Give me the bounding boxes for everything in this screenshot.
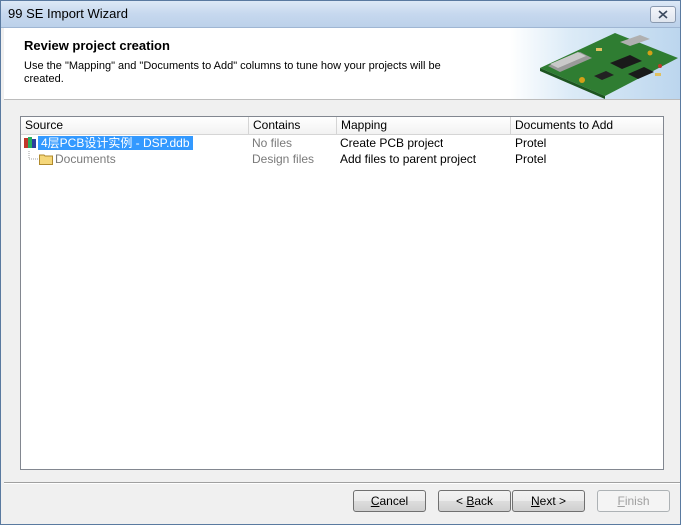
column-documents-to-add[interactable]: Documents to Add [511,117,663,134]
header-title: Review project creation [24,38,170,53]
column-source[interactable]: Source [21,117,249,134]
folder-icon [39,154,53,165]
wizard-header: Review project creation Use the "Mapping… [4,28,680,100]
close-button[interactable] [650,6,676,23]
column-mapping[interactable]: Mapping [337,117,511,134]
back-button[interactable]: < Back [438,490,511,512]
next-button[interactable]: Next > [512,490,585,512]
column-contains[interactable]: Contains [249,117,337,134]
ddb-database-icon [24,137,36,148]
row-source: 4层PCB设计实例 - DSP.ddb [38,135,193,151]
pcb-board-image [510,28,680,99]
close-icon [658,10,668,19]
row-mapping[interactable]: Create PCB project [340,135,443,151]
row-contains: No files [252,136,293,150]
row-documents[interactable]: Protel [515,135,546,151]
row-source: Documents [55,152,116,166]
title-bar[interactable]: 99 SE Import Wizard [1,1,680,28]
table-row[interactable]: Documents Design files Add files to pare… [21,151,663,167]
footer-divider [4,482,680,484]
row-mapping[interactable]: Add files to parent project [340,151,476,167]
wizard-window: 99 SE Import Wizard Review project creat… [0,0,681,525]
column-header: Source Contains Mapping Documents to Add [21,117,663,135]
project-list[interactable]: Source Contains Mapping Documents to Add… [20,116,664,470]
window-title: 99 SE Import Wizard [8,6,128,21]
wizard-content: Source Contains Mapping Documents to Add… [4,100,680,482]
row-contains: Design files [252,152,315,166]
header-description: Use the "Mapping" and "Documents to Add"… [24,60,441,85]
finish-button[interactable]: Finish [597,490,670,512]
cancel-button[interactable]: Cancel [353,490,426,512]
table-row[interactable]: 4层PCB设计实例 - DSP.ddb No files Create PCB … [21,135,663,151]
row-documents[interactable]: Protel [515,151,546,167]
